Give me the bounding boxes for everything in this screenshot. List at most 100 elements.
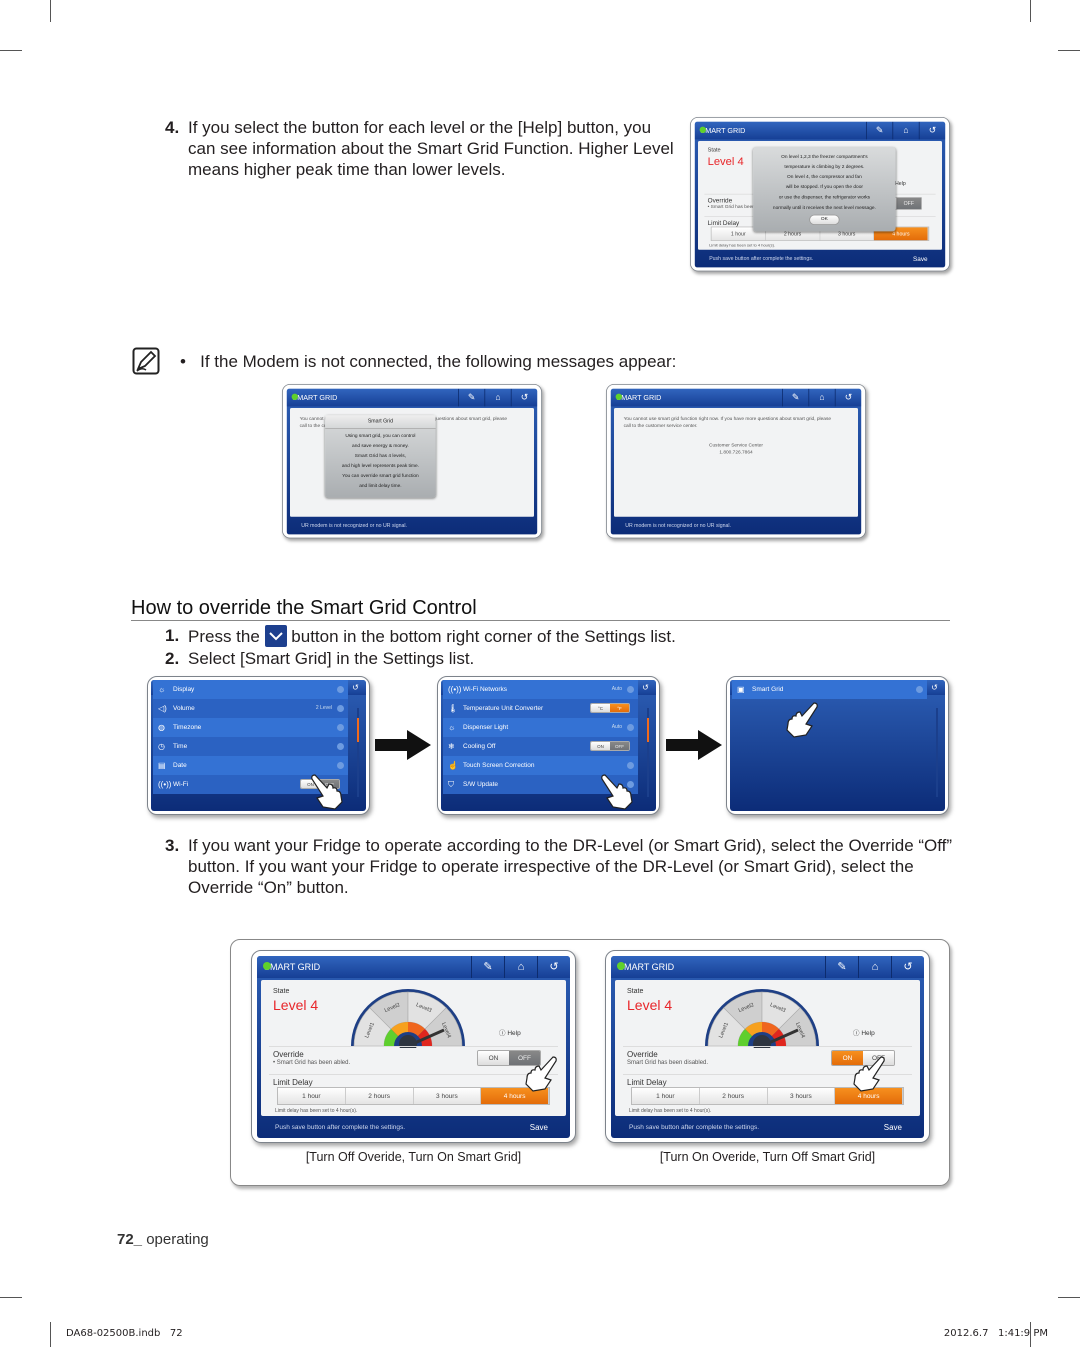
settings-item-label: Dispenser Light (463, 724, 509, 731)
toggle-option[interactable]: °F (610, 704, 629, 712)
memo-icon[interactable]: ✎ (825, 956, 858, 978)
screen-body: SMART GRID↺⌂✎StateLevel 4Level1Level2Lev… (257, 956, 570, 1138)
settings-item-label: Temperature Unit Converter (463, 705, 544, 712)
override-off-screen: SMART GRID ↺ ⌂ ✎ State Level 4 Level1 Level2 Lev… (251, 950, 576, 1143)
message-text: You cannot use smart grid function right… (623, 416, 832, 429)
screen-body: SETTINGS↺⌂✎▣Smart Grid (730, 680, 945, 811)
divider (269, 1046, 558, 1047)
settings-item[interactable]: ◷ Time (153, 737, 348, 756)
help-button[interactable]: ⓘ Help (499, 1027, 521, 1037)
home-icon[interactable]: ⌂ (892, 121, 918, 140)
smart-grid-help-screen: SMART GRID↺⌂✎StateLevel 4Level1Level2Lev… (690, 117, 950, 272)
settings-toggle[interactable]: °C °F (590, 703, 630, 713)
ok-button[interactable]: OK (808, 214, 840, 226)
modem-error-screen: SMART GRID ↺ ⌂ ✎ You cannot use smart grid f… (606, 384, 866, 539)
crop-mark (50, 0, 51, 22)
dialog-title: Smart Grid (325, 415, 436, 429)
settings-item[interactable]: ◁) Volume 2 Level (153, 699, 348, 718)
settings-item[interactable]: 🌡 Temperature Unit Converter °C °F (443, 699, 638, 718)
override-note: Smart Grid has been disabled. (627, 1060, 709, 1066)
step-text: If you want your Fridge to operate accor… (188, 836, 953, 897)
delay-option-button[interactable]: 3 hours (413, 1088, 482, 1104)
settings-screen: SETTINGS↺⌂✎☼Display◁)Volume2 Level◍Timez… (147, 676, 370, 815)
level-gauge: Level1Level2Level3Level4 (705, 989, 819, 1048)
save-button[interactable]: Save (913, 251, 928, 267)
delay-option-button[interactable]: 1 hour (632, 1088, 700, 1104)
status-bar: UR modem is not recognized or no UR sign… (625, 523, 731, 529)
back-icon[interactable]: ↺ (834, 388, 861, 407)
home-icon[interactable]: ⌂ (484, 388, 510, 407)
home-icon[interactable]: ⌂ (808, 388, 834, 407)
delay-option-button[interactable]: 2 hours (345, 1088, 414, 1104)
screen-panel: You cannot use smart grid function right… (614, 408, 858, 517)
override-label: Override (627, 1050, 658, 1059)
scrollbar[interactable] (644, 700, 652, 805)
home-icon[interactable]: ⌂ (858, 956, 891, 978)
toggle-option[interactable]: °C (591, 704, 610, 712)
chevron-right-icon (627, 762, 634, 769)
delay-note: Limit delay has been set to 4 hour(s). (275, 1108, 358, 1114)
save-button[interactable]: Save (530, 1118, 548, 1138)
settings-item-icon: ◷ (158, 742, 165, 751)
arrow-right-icon (666, 730, 722, 760)
hand-pointer-icon (786, 702, 818, 738)
settings-item-icon: ☼ (158, 685, 166, 694)
chevron-right-icon (337, 762, 344, 769)
settings-item-label: Wi-Fi Networks (463, 686, 508, 693)
override-off-button[interactable]: OFF (896, 197, 922, 209)
settings-item[interactable]: ▣ Smart Grid (732, 680, 927, 699)
home-icon[interactable]: ⌂ (504, 956, 537, 978)
delay-note: Limit delay has been set to 4 hour(s). (629, 1108, 712, 1114)
step-text: Select [Smart Grid] in the Settings list… (188, 649, 475, 668)
dialog-line: and high level represents peak time. (341, 463, 419, 469)
settings-item-icon: ❄ (448, 742, 455, 751)
memo-icon[interactable]: ✎ (458, 388, 484, 407)
settings-toggle[interactable]: ONOFF (590, 741, 630, 751)
screen-body: SMART GRID↺⌂✎You cannot use smart grid f… (610, 388, 862, 535)
dialog-line: and limit delay time. (359, 483, 402, 489)
back-icon[interactable]: ↺ (891, 956, 924, 978)
settings-item-label: Timezone (173, 724, 202, 731)
dialog-line: and save energy & money. (352, 443, 409, 449)
back-icon[interactable]: ↺ (537, 956, 570, 978)
dialog-line: On level 4, the compressor and fan (787, 174, 862, 180)
settings-item-label: Cooling Off (463, 743, 496, 750)
memo-icon[interactable]: ✎ (471, 956, 504, 978)
scrollbar[interactable] (354, 700, 362, 805)
crop-mark (1058, 1297, 1080, 1298)
settings-item[interactable]: ◍ Timezone (153, 718, 348, 737)
override-on-button[interactable]: ON (478, 1051, 509, 1065)
print-file: DA68-02500B.indb 72 (66, 1328, 183, 1339)
help-button[interactable]: ⓘ Help (853, 1027, 875, 1037)
dialog-line: Using smart grid, you can control (345, 433, 416, 439)
settings-item[interactable]: ☼ Dispenser Light Auto (443, 718, 638, 737)
scroll-thumb (647, 718, 649, 742)
settings-item-label: Wi-Fi (173, 781, 189, 788)
scroll-thumb (936, 760, 938, 784)
toggle-option[interactable]: ON (591, 742, 610, 750)
settings-item-icon: ▣ (737, 685, 745, 694)
back-icon[interactable]: ↺ (510, 388, 537, 407)
chevron-right-icon (916, 686, 923, 693)
state-level: Level 4 (707, 154, 744, 168)
divider (269, 1074, 558, 1075)
settings-item[interactable]: ☼ Display (153, 680, 348, 699)
delay-option-button[interactable]: 3 hours (767, 1088, 836, 1104)
toggle-option[interactable]: OFF (610, 742, 629, 750)
back-icon[interactable]: ↺ (918, 121, 945, 140)
chevron-right-icon (337, 686, 344, 693)
settings-item[interactable]: ❄ Cooling Off ON OFF (443, 737, 638, 756)
memo-icon[interactable]: ✎ (866, 121, 892, 140)
crop-mark (0, 50, 22, 51)
memo-icon[interactable]: ✎ (782, 388, 808, 407)
settings-item-icon: ((•)) (448, 685, 462, 694)
screen-body: SMART GRID↺⌂✎You cannot use smart grid f… (286, 388, 538, 535)
settings-item[interactable]: ((•)) Wi-Fi Networks Auto (443, 680, 638, 699)
info-dialog: On level 1,2,3 the freezer compartment's… (753, 147, 896, 232)
delay-option-button[interactable]: 2 hours (699, 1088, 768, 1104)
delay-option-button[interactable]: 1 hour (278, 1088, 346, 1104)
settings-item-label: Touch Screen Correction (463, 762, 535, 769)
scrollbar[interactable] (933, 700, 941, 805)
status-bar: Push save button after complete the sett… (629, 1124, 760, 1131)
save-button[interactable]: Save (884, 1118, 902, 1138)
